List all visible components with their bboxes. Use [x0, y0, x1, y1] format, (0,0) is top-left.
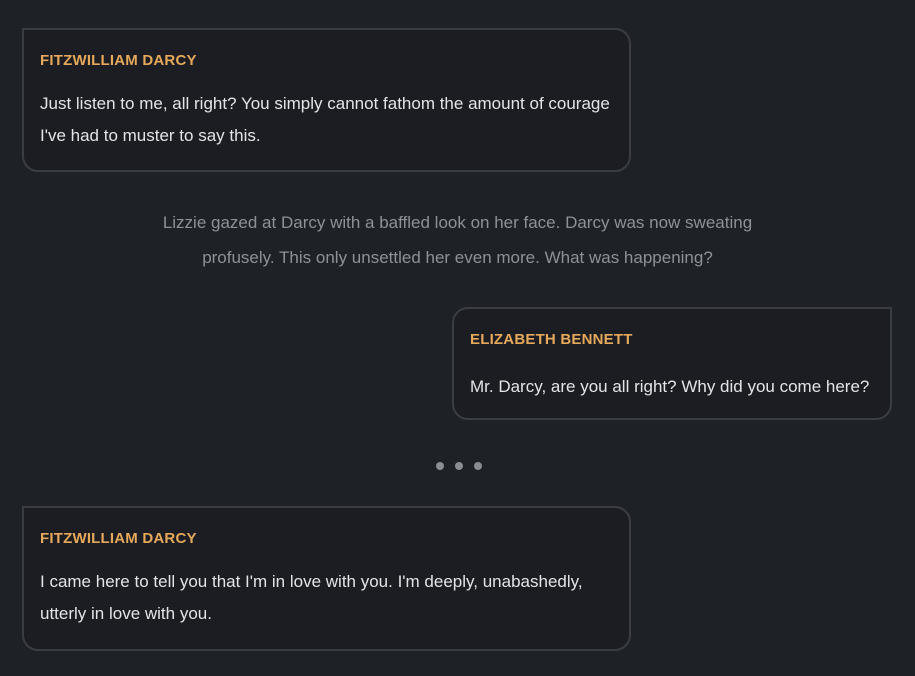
ellipsis-dots-icon [436, 462, 482, 470]
message-bubble-elizabeth: ELIZABETH BENNETT Mr. Darcy, are you all… [452, 307, 892, 420]
message-text: Mr. Darcy, are you all right? Why did yo… [470, 377, 870, 396]
speaker-name: FITZWILLIAM DARCY [40, 530, 197, 547]
story-chat-view: FITZWILLIAM DARCY Just listen to me, all… [0, 0, 915, 676]
message-text: I came here to tell you that I'm in love… [40, 572, 583, 623]
message-bubble-darcy-2: FITZWILLIAM DARCY I came here to tell yo… [22, 506, 631, 651]
speaker-name: FITZWILLIAM DARCY [40, 52, 197, 69]
speaker-name: ELIZABETH BENNETT [470, 331, 633, 348]
message-bubble-darcy-1: FITZWILLIAM DARCY Just listen to me, all… [22, 28, 631, 172]
message-text: Just listen to me, all right? You simply… [40, 94, 610, 145]
dot [455, 462, 463, 470]
dot [436, 462, 444, 470]
dot [474, 462, 482, 470]
narration-text: Lizzie gazed at Darcy with a baffled loo… [162, 213, 753, 267]
